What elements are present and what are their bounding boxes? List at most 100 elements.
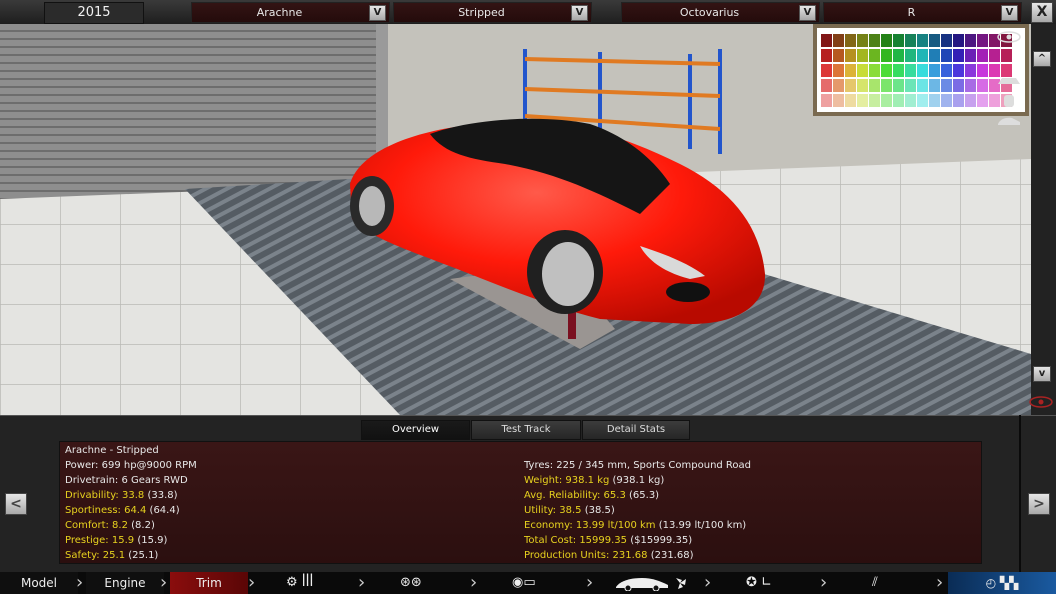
gearbox-icon[interactable]: ⚙ ꟾꟾꟾ <box>286 575 313 591</box>
tab-test-track[interactable]: Test Track <box>471 420 581 440</box>
view-record-icon[interactable] <box>1028 395 1054 409</box>
eye-icon[interactable] <box>996 30 1022 44</box>
stat-tyres: Tyres: 225 / 345 mm, Sports Compound Roa… <box>524 460 752 471</box>
color-swatch <box>965 34 976 47</box>
color-swatch <box>929 49 940 62</box>
stat-production-units: Production Units: 231.68 (231.68) <box>524 550 694 561</box>
tab-overview[interactable]: Overview <box>361 420 470 440</box>
stat-economy: Economy: 13.99 lt/100 km (13.99 lt/100 k… <box>524 520 747 531</box>
color-swatch <box>905 79 916 92</box>
color-swatch <box>857 94 868 107</box>
color-swatch <box>821 64 832 77</box>
color-swatch <box>893 64 904 77</box>
color-swatch <box>953 34 964 47</box>
color-swatch <box>881 94 892 107</box>
chevron-down-icon[interactable]: V <box>571 5 588 21</box>
chevron-down-icon[interactable]: V <box>1001 5 1018 21</box>
color-swatch <box>857 64 868 77</box>
color-swatch <box>917 34 928 47</box>
chevron-right-icon: › <box>76 572 84 593</box>
color-swatch <box>929 64 940 77</box>
color-swatch <box>869 64 880 77</box>
color-swatch <box>869 49 880 62</box>
model-dropdown-value: Arachne <box>256 6 303 19</box>
engine-dropdown-value: Octovarius <box>679 6 740 19</box>
color-swatch <box>893 79 904 92</box>
stat-sportiness: Sportiness: 64.4 (64.4) <box>65 505 180 516</box>
garage-scene <box>0 24 1031 415</box>
chevron-right-icon: › <box>704 572 712 593</box>
color-swatch <box>977 49 988 62</box>
variant-dropdown[interactable]: R V <box>823 2 1022 23</box>
stat-drivetrain: Drivetrain: 6 Gears RWD <box>65 475 188 486</box>
color-swatch <box>953 79 964 92</box>
nav-model[interactable]: Model <box>0 572 78 594</box>
color-swatch <box>833 49 844 62</box>
color-swatch <box>845 34 856 47</box>
next-button[interactable]: > <box>1028 493 1050 515</box>
wheels-icon[interactable]: ⊛⊛ <box>400 575 422 591</box>
color-swatch <box>833 79 844 92</box>
color-swatch <box>953 49 964 62</box>
color-swatch <box>953 94 964 107</box>
color-swatch <box>905 64 916 77</box>
engine-dropdown[interactable]: Octovarius V <box>621 2 820 23</box>
color-swatch <box>917 49 928 62</box>
nav-finish[interactable]: ◴ ▚▚ <box>948 572 1056 594</box>
car-side-view-icon[interactable] <box>996 114 1022 128</box>
nav-engine[interactable]: Engine <box>86 572 164 594</box>
color-swatch <box>929 94 940 107</box>
chevron-down-icon[interactable]: V <box>369 5 386 21</box>
color-swatch <box>869 34 880 47</box>
color-swatch <box>965 79 976 92</box>
color-swatch <box>941 49 952 62</box>
car-top-view-icon[interactable] <box>996 94 1022 108</box>
car-viewport[interactable] <box>0 24 1031 415</box>
chevron-right-icon: › <box>248 572 256 593</box>
chassis-icon[interactable]: ◉▭ <box>512 575 536 591</box>
tab-detail-stats[interactable]: Detail Stats <box>582 420 690 440</box>
body-aero-icon[interactable] <box>612 575 690 591</box>
color-swatch <box>905 34 916 47</box>
stat-prestige: Prestige: 15.9 (15.9) <box>65 535 168 546</box>
car-front-view-icon[interactable] <box>996 74 1022 88</box>
color-swatch <box>821 49 832 62</box>
camera-down-button[interactable]: v <box>1033 366 1051 382</box>
nav-trim[interactable]: Trim <box>170 572 248 594</box>
color-swatch <box>833 94 844 107</box>
year-field[interactable]: 2015 <box>44 2 144 24</box>
color-swatch <box>953 64 964 77</box>
color-swatch <box>881 79 892 92</box>
color-swatch <box>869 79 880 92</box>
color-swatch <box>965 94 976 107</box>
color-swatch <box>941 94 952 107</box>
trim-dropdown[interactable]: Stripped V <box>393 2 592 23</box>
color-swatch <box>941 64 952 77</box>
suspension-icon[interactable]: ⫽ <box>872 575 878 591</box>
color-swatch <box>977 34 988 47</box>
close-button[interactable]: X <box>1031 2 1053 23</box>
color-swatch <box>965 64 976 77</box>
interior-icon[interactable]: ✪ ∟ <box>746 575 772 591</box>
color-swatch <box>857 34 868 47</box>
model-dropdown[interactable]: Arachne V <box>191 2 390 23</box>
color-swatch <box>989 49 1000 62</box>
chevron-right-icon: › <box>936 572 944 593</box>
color-swatch <box>821 34 832 47</box>
overview-stats-box <box>59 441 982 564</box>
stat-utility: Utility: 38.5 (38.5) <box>524 505 615 516</box>
chevron-down-icon[interactable]: V <box>799 5 816 21</box>
color-swatch <box>917 94 928 107</box>
color-swatch <box>929 34 940 47</box>
stat-total-cost: Total Cost: 15999.35 ($15999.35) <box>524 535 693 546</box>
prev-button[interactable]: < <box>5 493 27 515</box>
color-swatch <box>869 94 880 107</box>
car-trim-title: Arachne - Stripped <box>65 445 159 456</box>
color-swatch <box>845 49 856 62</box>
variant-dropdown-value: R <box>907 6 916 19</box>
camera-up-button[interactable]: ^ <box>1033 51 1051 67</box>
stat-drivability: Drivability: 33.8 (33.8) <box>65 490 178 501</box>
color-swatch <box>845 79 856 92</box>
color-swatch <box>917 64 928 77</box>
color-swatch <box>977 64 988 77</box>
